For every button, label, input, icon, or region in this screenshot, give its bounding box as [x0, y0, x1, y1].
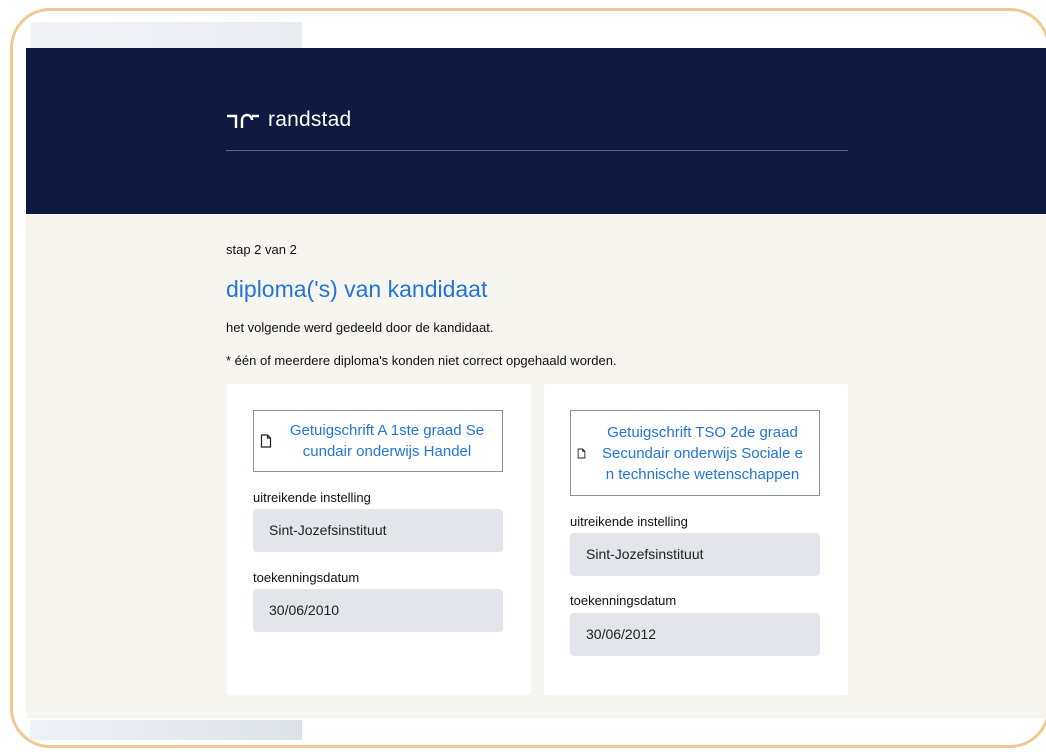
diploma-card: Getuigschrift TSO 2de graad Secundair on… [544, 384, 848, 695]
diploma-name-line: Getuigschrift TSO 2de graad [607, 423, 798, 441]
award-date-value: 30/06/2012 [570, 613, 820, 656]
diploma-name-line: n technische wetenschappen [605, 465, 800, 483]
diploma-card: Getuigschrift A 1ste graad Se cundair on… [227, 384, 531, 695]
randstad-logo-icon [227, 113, 259, 128]
page-header: randstad [26, 48, 1046, 214]
award-date-label: toekenningsdatum [570, 593, 677, 608]
award-date-value: 30/06/2010 [253, 589, 503, 632]
diploma-name-line: cundair onderwijs Handel [302, 443, 472, 460]
diploma-name-line: Getuigschrift A 1ste graad Se [289, 422, 485, 439]
intro-text: het volgende werd gedeeld door de kandid… [226, 320, 494, 335]
page-title: diploma('s) van kandidaat [226, 276, 488, 302]
brand-name: randstad [268, 108, 352, 131]
institution-label: uitreikende instelling [253, 490, 371, 505]
file-icon [577, 448, 586, 458]
institution-value: Sint-Jozefsinstituut [253, 509, 503, 552]
diploma-document-link[interactable]: Getuigschrift A 1ste graad Se cundair on… [253, 410, 503, 472]
warning-note: * één of meerdere diploma's konden niet … [226, 353, 617, 368]
award-date-label: toekenningsdatum [253, 570, 360, 585]
background-window-edge [30, 22, 302, 50]
diploma-document-link[interactable]: Getuigschrift TSO 2de graad Secundair on… [570, 410, 820, 496]
header-divider [226, 150, 848, 151]
diploma-name: Getuigschrift TSO 2de graad Secundair on… [594, 422, 811, 485]
diploma-name: Getuigschrift A 1ste graad Se cundair on… [280, 420, 494, 462]
background-window-edge [30, 720, 302, 740]
institution-value: Sint-Jozefsinstituut [570, 533, 820, 576]
main-content: stap 2 van 2 diploma('s) van kandidaat h… [26, 214, 1046, 718]
brand-logo[interactable]: randstad [226, 108, 351, 132]
institution-label: uitreikende instelling [570, 514, 688, 529]
file-icon [260, 434, 272, 448]
step-indicator: stap 2 van 2 [226, 242, 297, 257]
diploma-name-line: Secundair onderwijs Sociale e [602, 444, 803, 462]
